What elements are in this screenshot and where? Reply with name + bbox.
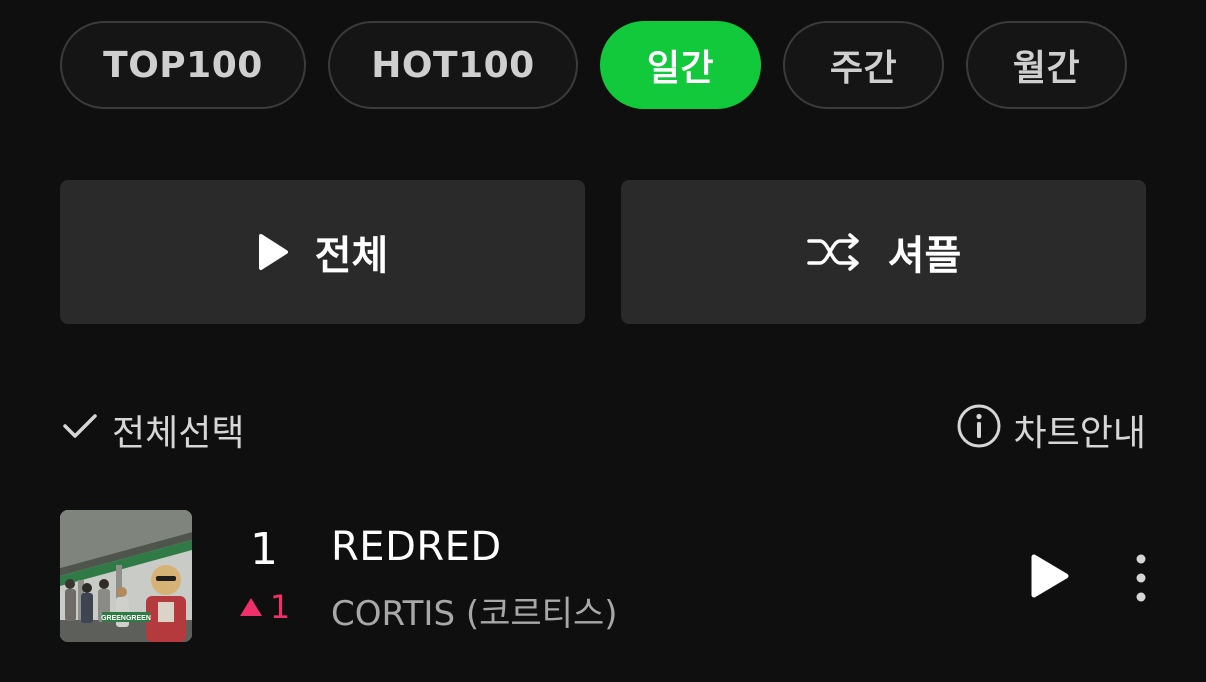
select-all-label: 전체선택 <box>112 413 245 454</box>
info-icon <box>956 403 1002 458</box>
chart-info-label: 차트안내 <box>1013 413 1146 454</box>
shuffle-button[interactable]: 셔플 <box>621 180 1146 324</box>
chart-toolbar: 전체선택 차트안내 <box>60 400 1146 460</box>
shuffle-label: 셔플 <box>887 233 962 279</box>
tab-monthly[interactable]: 월간 <box>966 21 1127 109</box>
rank-number: 1 <box>250 524 278 575</box>
more-vertical-icon[interactable] <box>1126 552 1156 604</box>
chart-info-button[interactable]: 차트안내 <box>956 403 1146 458</box>
triangle-up-icon <box>238 588 264 626</box>
play-actions: 전체 셔플 <box>60 180 1146 324</box>
play-icon[interactable] <box>1028 552 1072 600</box>
chart-tabs: TOP100 HOT100 일간 주간 월간 <box>60 21 1127 109</box>
daily-chart-screen: TOP100 HOT100 일간 주간 월간 전체 셔플 전체선택 차트안내 G… <box>0 0 1206 682</box>
artist-name[interactable]: CORTIS (코르티스) <box>331 586 618 635</box>
play-all-button[interactable]: 전체 <box>60 180 585 324</box>
check-icon <box>60 409 100 452</box>
tab-daily[interactable]: 일간 <box>600 21 761 109</box>
tab-weekly[interactable]: 주간 <box>783 21 944 109</box>
album-cover[interactable]: GREENGREEN <box>60 510 192 642</box>
tab-top100[interactable]: TOP100 <box>60 21 306 109</box>
play-all-label: 전체 <box>314 233 389 279</box>
select-all-button[interactable]: 전체선택 <box>60 404 244 456</box>
tab-hot100[interactable]: HOT100 <box>328 21 578 109</box>
rank-change: 1 <box>236 588 292 626</box>
play-icon <box>257 233 289 271</box>
song-title[interactable]: REDRED <box>331 524 502 570</box>
shuffle-icon <box>806 232 862 272</box>
chart-row[interactable]: GREENGREEN 1 1 REDRED CORTIS (코르티스) <box>60 510 1160 642</box>
rank-change-value: 1 <box>269 588 291 626</box>
svg-text:GREENGREEN: GREENGREEN <box>101 615 151 622</box>
